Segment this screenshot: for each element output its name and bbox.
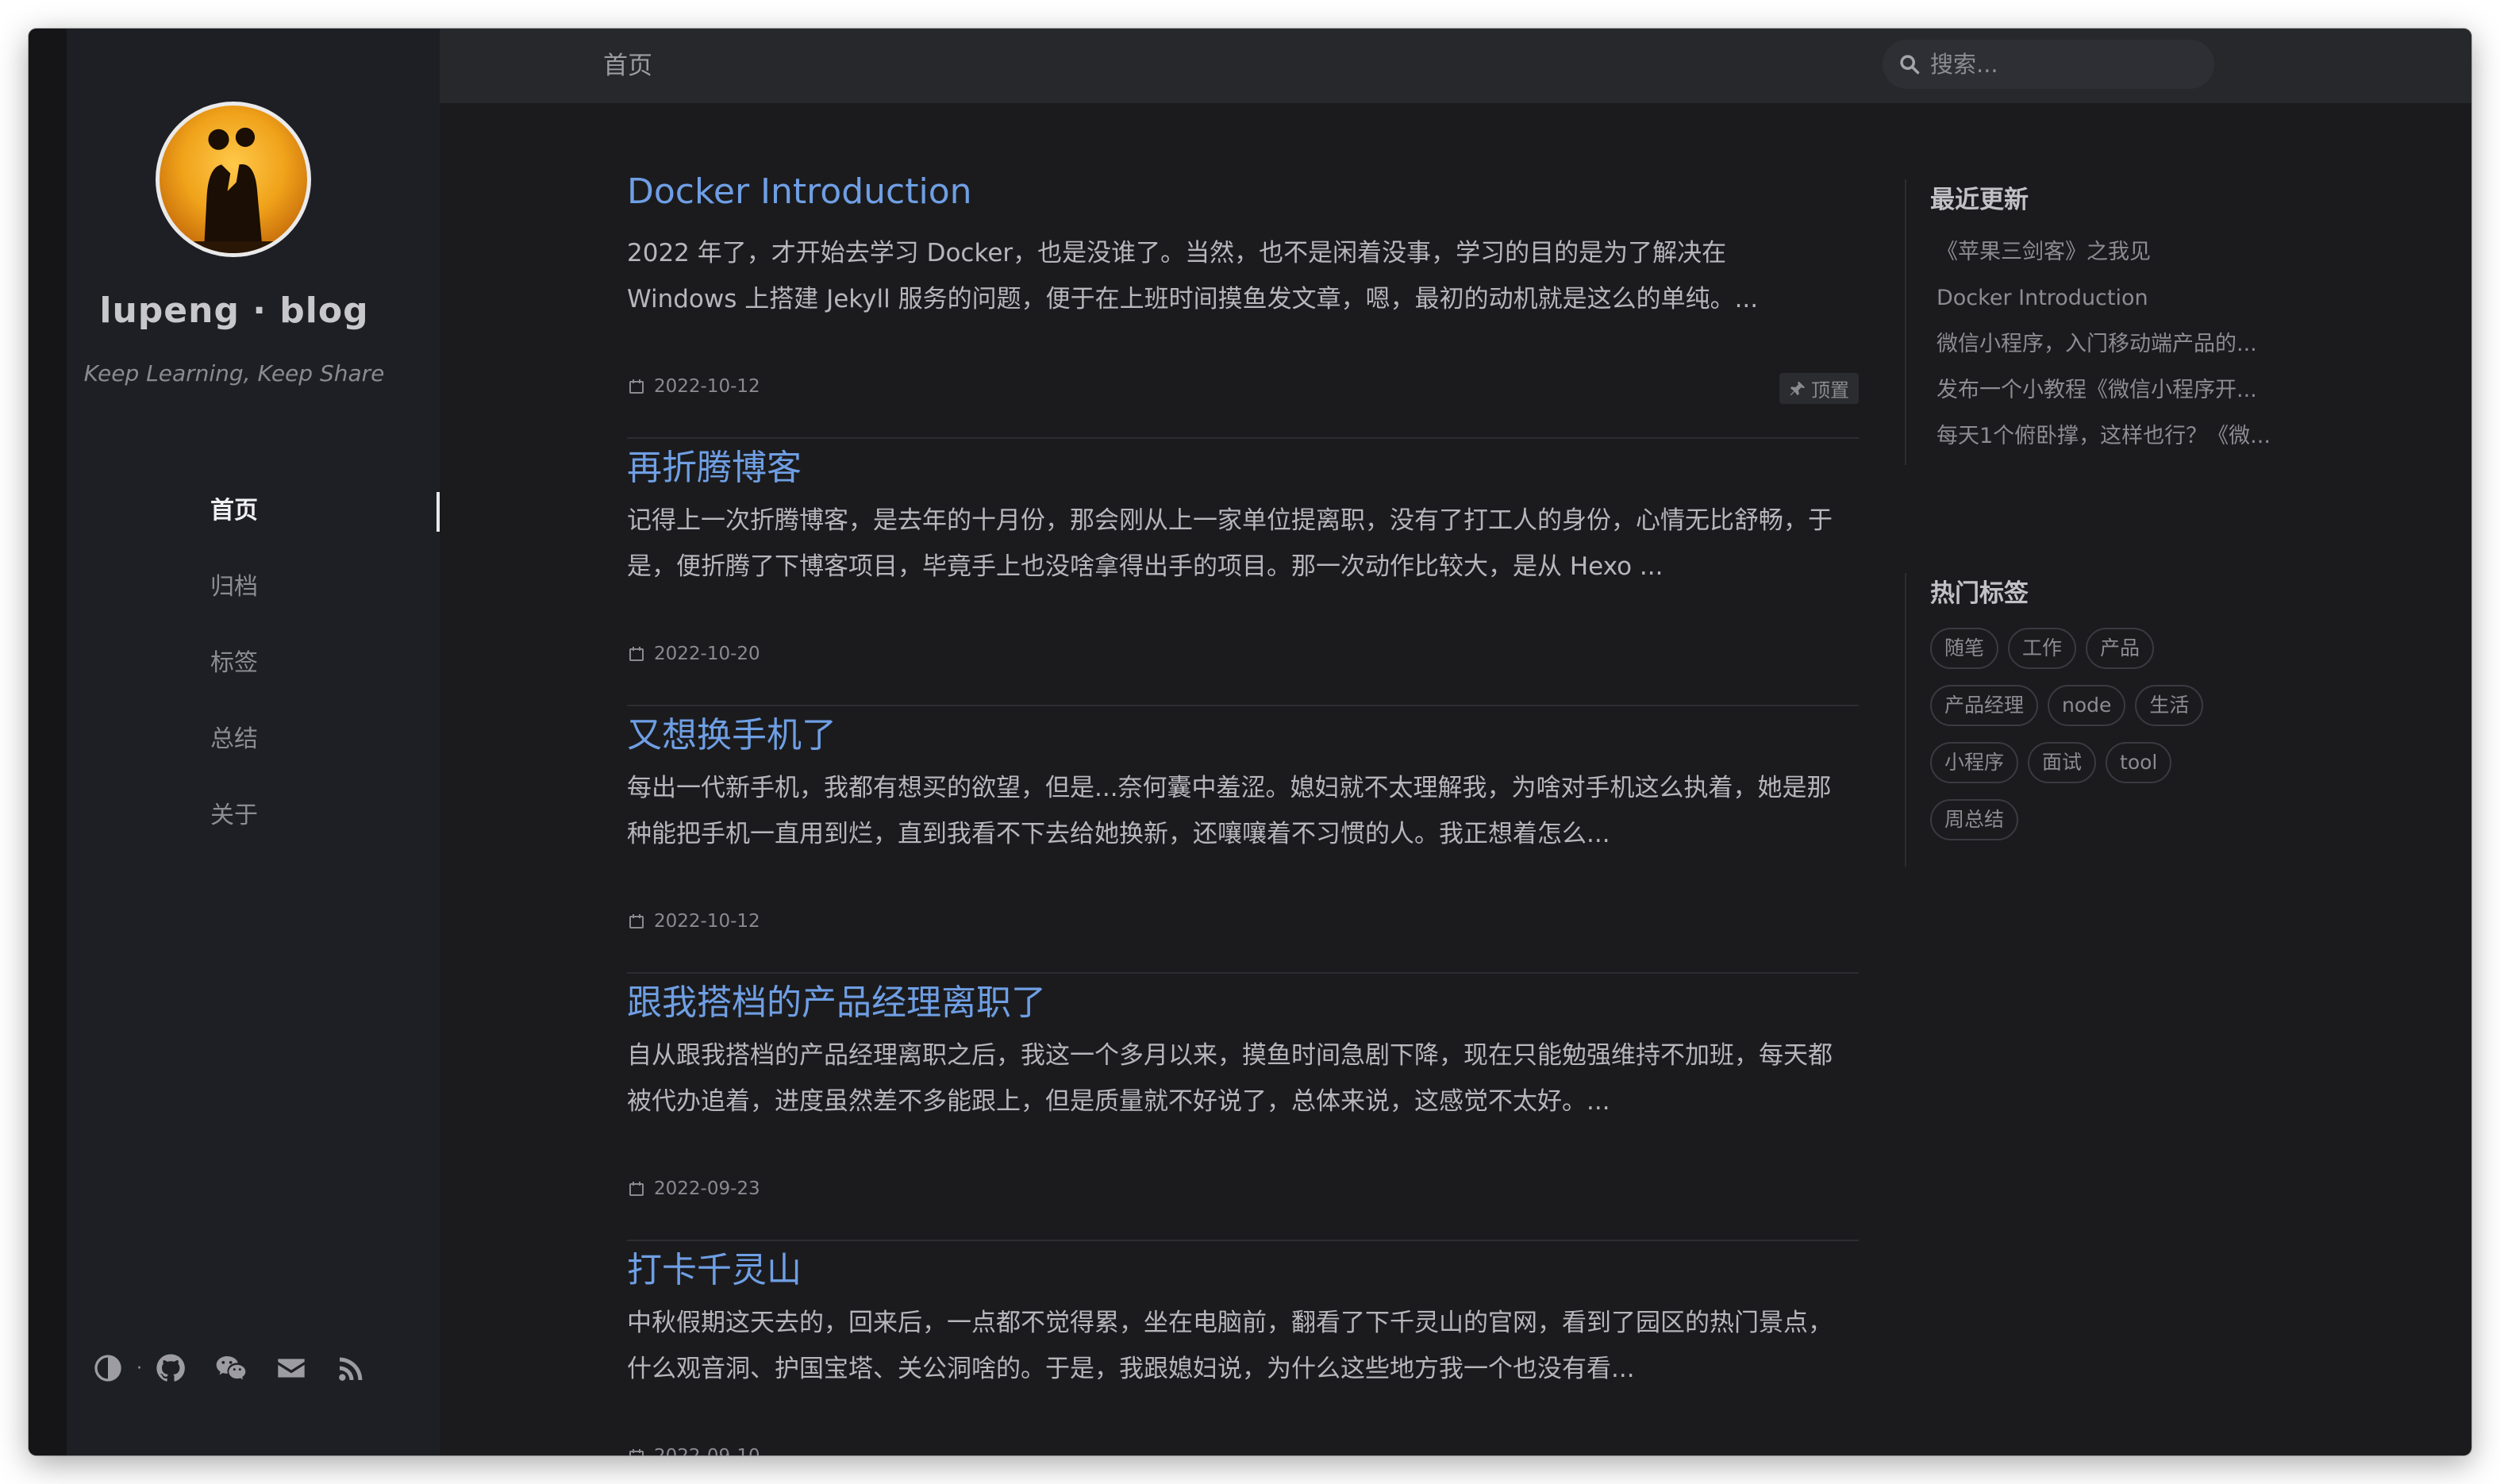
- email-icon[interactable]: [272, 1349, 310, 1387]
- site-title[interactable]: lupeng · blog: [29, 290, 440, 331]
- tag-chip[interactable]: 周总结: [1930, 799, 2019, 840]
- tag-chip[interactable]: 生活: [2135, 685, 2204, 726]
- site-subtitle: Keep Learning, Keep Share: [83, 360, 385, 386]
- tag-chip[interactable]: tool: [2106, 742, 2172, 783]
- recent-updates-widget: 最近更新 《苹果三剑客》之我见 Docker Introduction 微信小程…: [1905, 179, 2349, 465]
- tag-chip[interactable]: node: [2048, 685, 2126, 726]
- calendar-icon: [629, 1449, 644, 1455]
- post-title[interactable]: 打卡千灵山: [627, 1241, 802, 1292]
- post-title[interactable]: 又想换手机了: [627, 706, 837, 757]
- post-meta: 2022-09-23: [627, 1178, 760, 1199]
- tag-chip[interactable]: 产品经理: [1930, 685, 2039, 726]
- recent-item[interactable]: 每天1个俯卧撑，这样也行？《微...: [1930, 413, 2303, 459]
- post-excerpt: 中秋假期这天去的，回来后，一点都不觉得累，坐在电脑前，翻看了下千灵山的官网，看到…: [627, 1309, 1833, 1383]
- post-item: 打卡千灵山 中秋假期这天去的，回来后，一点都不觉得累，坐在电脑前，翻看了下千灵山…: [627, 1241, 1859, 1455]
- nav-item-about[interactable]: 关于: [29, 778, 440, 854]
- github-icon[interactable]: [152, 1349, 190, 1387]
- post-excerpt: 记得上一次折腾博客，是去年的十月份，那会刚从上一家单位提离职，没有了打工人的身份…: [627, 506, 1833, 581]
- post-item: 又想换手机了 每出一代新手机，我都有想买的欲望，但是...奈何囊中羞涩。媳妇就不…: [627, 706, 1859, 974]
- tag-chip[interactable]: 随笔: [1930, 628, 1999, 669]
- post-item: Docker Introduction 2022 年了，才开始去学习 Docke…: [627, 171, 1859, 439]
- recent-item[interactable]: Docker Introduction: [1930, 275, 2303, 321]
- nav-item-summary[interactable]: 总结: [29, 702, 440, 778]
- calendar-icon: [629, 914, 644, 928]
- sidebar: lupeng · blog Keep Learning, Keep Share …: [29, 29, 440, 1455]
- recent-updates-title: 最近更新: [1930, 186, 2029, 214]
- nav-item-home[interactable]: 首页: [29, 473, 440, 549]
- post-excerpt: 每出一代新手机，我都有想买的欲望，但是...奈何囊中羞涩。媳妇就不太理解我，为啥…: [627, 774, 1832, 848]
- pinned-label: 顶置: [1811, 379, 1849, 402]
- recent-item[interactable]: 发布一个小教程《微信小程序开...: [1930, 367, 2303, 413]
- calendar-icon: [629, 1182, 644, 1196]
- pin-icon: [1790, 381, 1806, 395]
- post-meta: 2022-10-12: [627, 911, 760, 932]
- post-item: 再折腾博客 记得上一次折腾博客，是去年的十月份，那会刚从上一家单位提离职，没有了…: [627, 439, 1859, 706]
- post-date: 2022-09-10: [654, 1446, 760, 1455]
- post-title[interactable]: 再折腾博客: [627, 439, 802, 490]
- hot-tags-widget: 热门标签 随笔 工作 产品 产品经理 node 生活 小程序 面试 tool 周…: [1905, 573, 2349, 867]
- post-meta: 2022-10-20: [627, 644, 760, 664]
- top-bar: 首页: [440, 29, 2471, 103]
- hot-tags-title: 热门标签: [1930, 579, 2029, 608]
- nav-item-tags[interactable]: 标签: [29, 625, 440, 702]
- browser-window: lupeng · blog Keep Learning, Keep Share …: [29, 29, 2471, 1455]
- post-list: Docker Introduction 2022 年了，才开始去学习 Docke…: [627, 171, 1859, 1455]
- recent-item[interactable]: 《苹果三剑客》之我见: [1930, 229, 2303, 275]
- tag-chip[interactable]: 工作: [2008, 628, 2077, 669]
- tag-chip[interactable]: 面试: [2028, 742, 2097, 783]
- post-date: 2022-10-12: [654, 376, 760, 397]
- avatar-silhouette-icon: [160, 127, 307, 253]
- post-title[interactable]: 跟我搭档的产品经理离职了: [627, 974, 1046, 1025]
- search-icon: [1900, 55, 1920, 75]
- post-date: 2022-09-23: [654, 1178, 760, 1199]
- post-excerpt: 2022 年了，才开始去学习 Docker，也是没谁了。当然，也不是闲着没事，学…: [627, 239, 1759, 313]
- post-excerpt: 自从跟我搭档的产品经理离职之后，我这一个多月以来，摸鱼时间急剧下降，现在只能勉强…: [627, 1041, 1833, 1116]
- tag-chip[interactable]: 小程序: [1930, 742, 2019, 783]
- post-date: 2022-10-20: [654, 644, 760, 664]
- breadcrumb[interactable]: 首页: [603, 29, 652, 103]
- main-nav: 首页 归档 标签 总结 关于: [29, 473, 440, 854]
- avatar[interactable]: [156, 102, 311, 257]
- post-title[interactable]: Docker Introduction: [627, 171, 972, 212]
- theme-toggle-icon[interactable]: [89, 1349, 127, 1387]
- post-meta: 2022-09-10: [627, 1446, 760, 1455]
- calendar-icon: [629, 647, 644, 661]
- social-links: ·: [89, 1349, 393, 1387]
- pinned-badge: 顶置: [1779, 373, 1859, 404]
- post-meta: 2022-10-12: [627, 376, 760, 397]
- post-item: 跟我搭档的产品经理离职了 自从跟我搭档的产品经理离职之后，我这一个多月以来，摸鱼…: [627, 974, 1859, 1241]
- tag-chip[interactable]: 产品: [2086, 628, 2155, 669]
- calendar-icon: [629, 379, 644, 394]
- search-input[interactable]: [1929, 50, 2198, 79]
- nav-item-archive[interactable]: 归档: [29, 549, 440, 625]
- search-box[interactable]: [1883, 40, 2214, 89]
- recent-item[interactable]: 微信小程序，入门移动端产品的...: [1930, 321, 2303, 367]
- social-separator: ·: [137, 1358, 142, 1378]
- wechat-icon[interactable]: [212, 1349, 250, 1387]
- tag-cloud: 随笔 工作 产品 产品经理 node 生活 小程序 面试 tool 周总结: [1930, 628, 2263, 856]
- post-date: 2022-10-12: [654, 911, 760, 932]
- rss-icon[interactable]: [333, 1349, 371, 1387]
